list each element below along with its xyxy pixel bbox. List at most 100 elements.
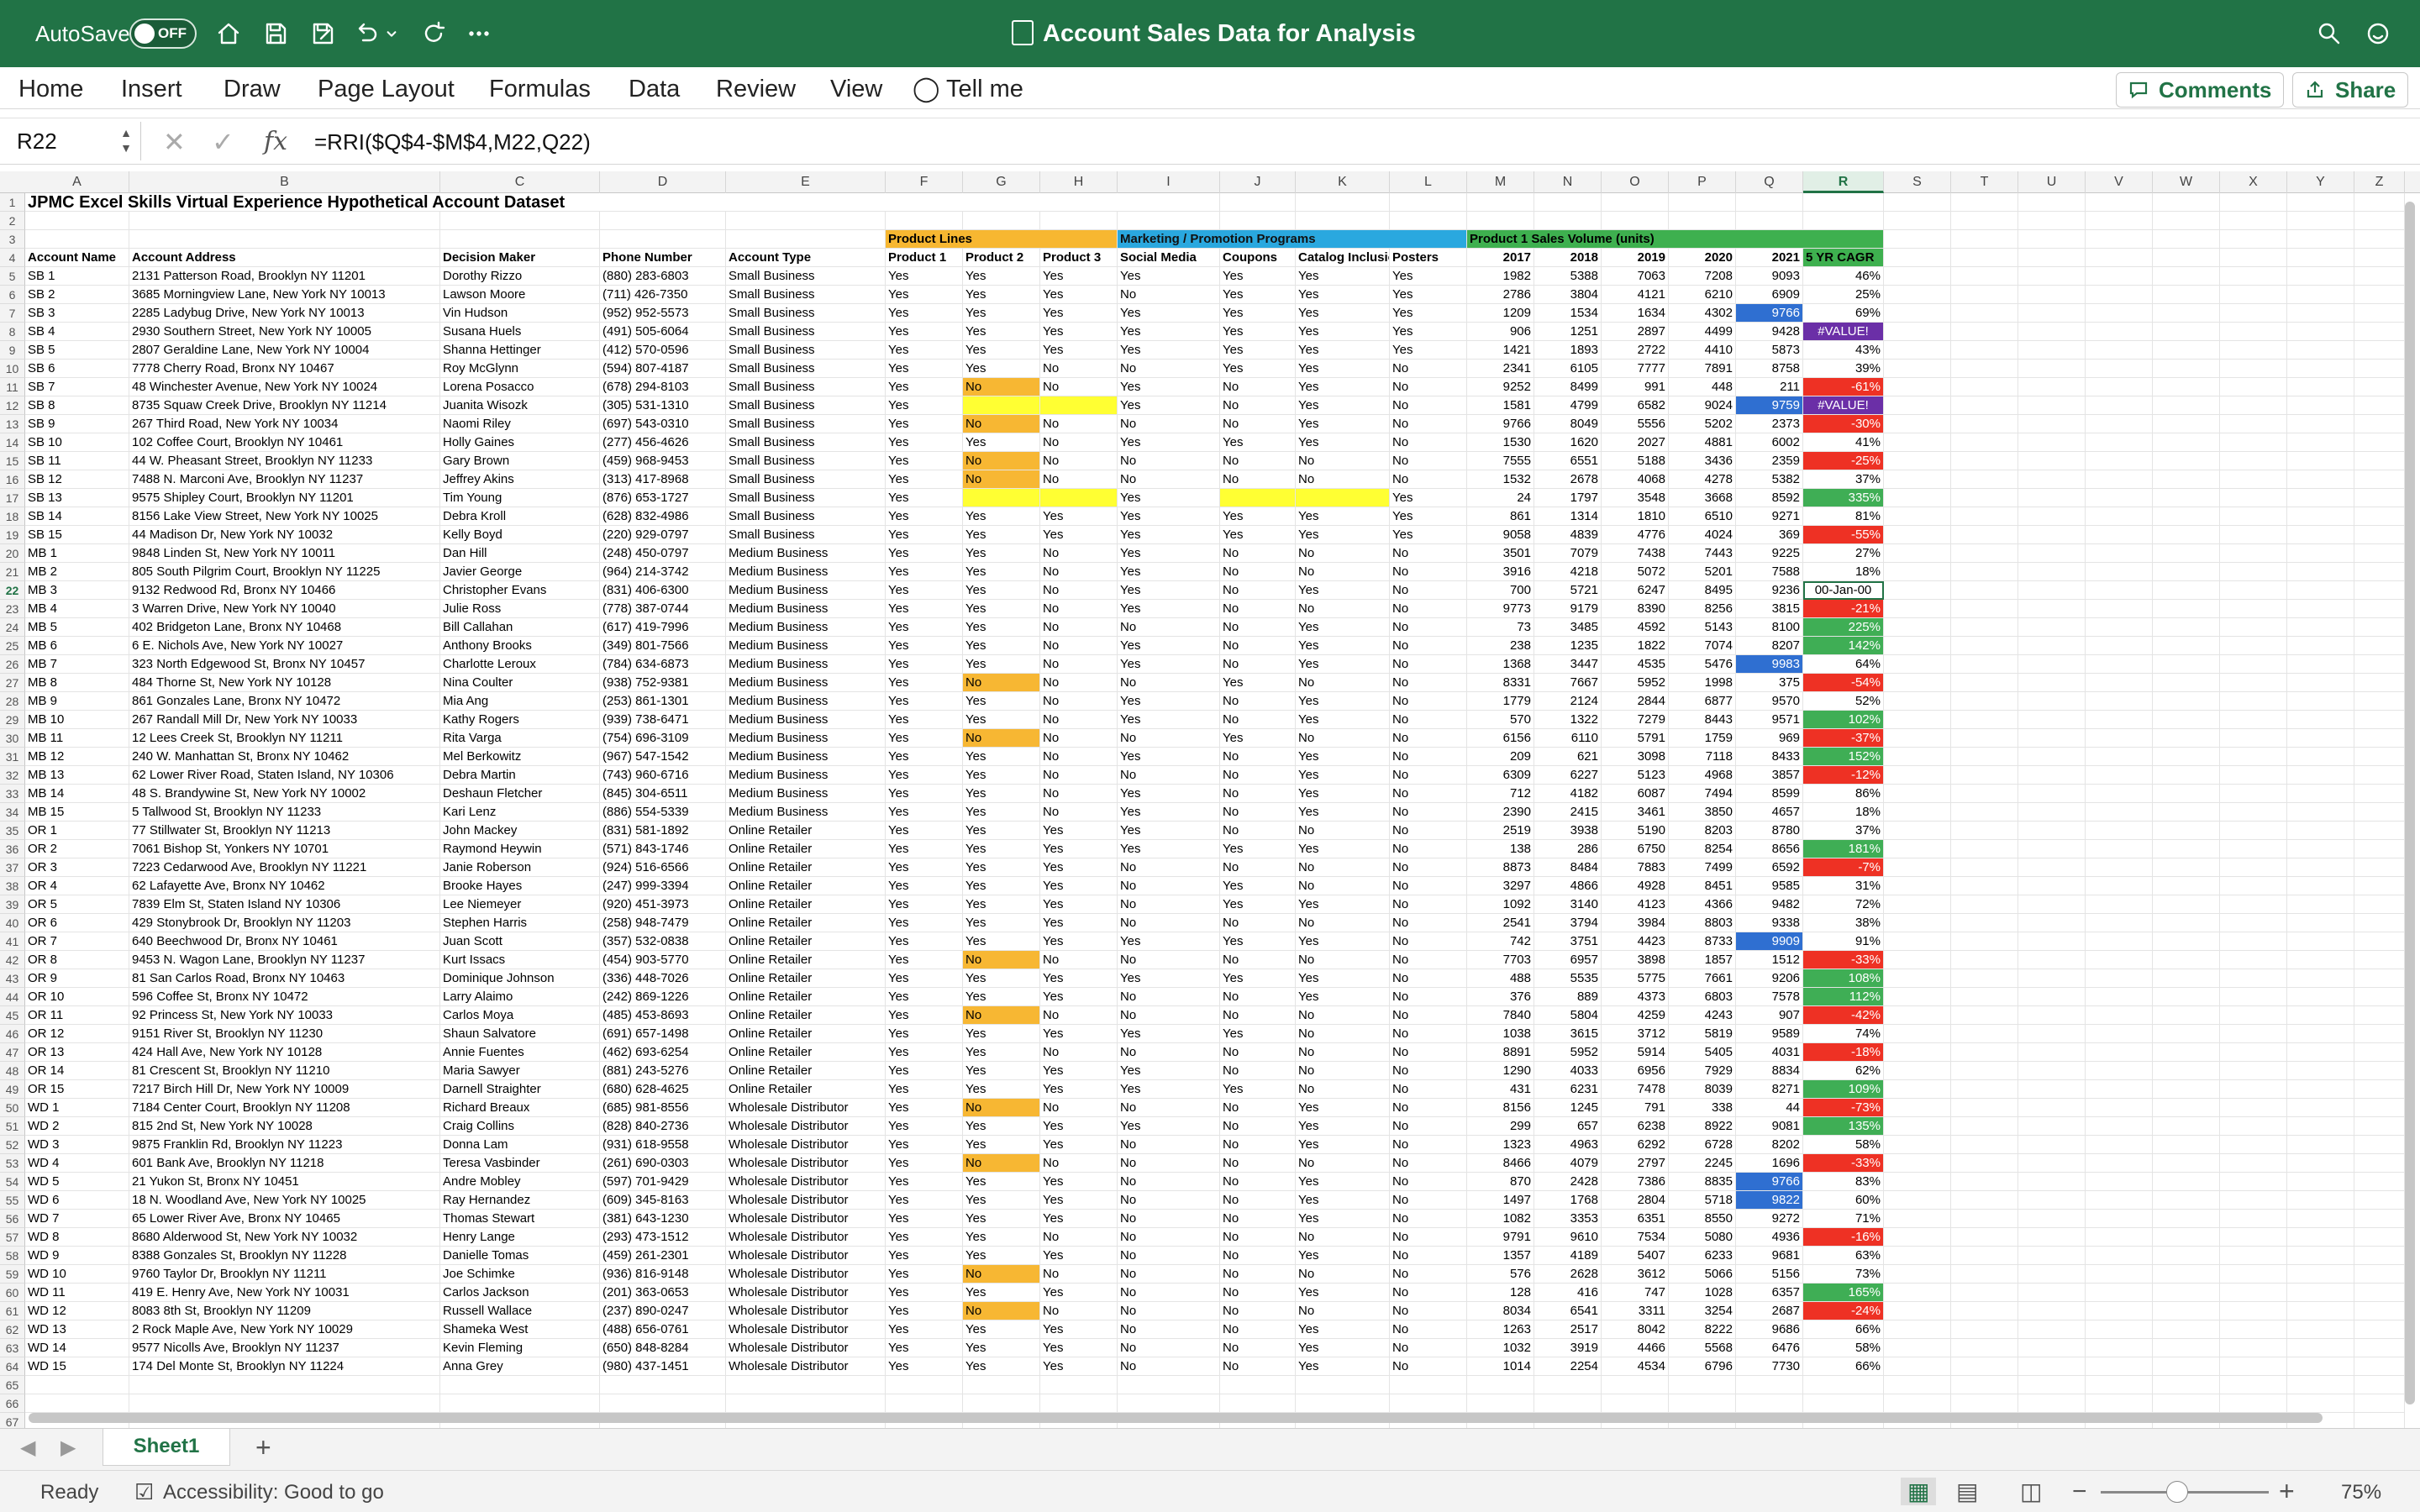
formula-input[interactable]: =RRI($Q$4-$M$4,M22,Q22) [314,125,591,159]
cell[interactable]: 5201 [1669,563,1736,581]
empty-cell[interactable] [2354,323,2405,341]
cell[interactable]: 1497 [1467,1191,1534,1210]
cell[interactable]: No [1118,1228,1220,1247]
empty-cell[interactable] [2287,1062,2354,1080]
empty-cell[interactable] [2287,470,2354,489]
empty-cell[interactable] [1884,415,1951,433]
empty-cell[interactable] [2086,951,2153,969]
empty-cell[interactable] [2086,304,2153,323]
cell[interactable]: Yes [1296,341,1390,360]
cell[interactable]: Yes [963,1080,1040,1099]
empty-cell[interactable] [2287,951,2354,969]
cell[interactable]: No [1390,803,1467,822]
empty-cell[interactable] [2354,1136,2405,1154]
cell[interactable]: Yes [963,803,1040,822]
cell[interactable]: Yes [963,1173,1040,1191]
cell[interactable]: No [1296,877,1390,895]
empty-cell[interactable] [2354,748,2405,766]
cell[interactable]: No [1220,655,1296,674]
column-header-r[interactable]: R [1803,171,1884,193]
cell[interactable]: Yes [963,988,1040,1006]
empty-cell[interactable] [2086,711,2153,729]
cell[interactable]: Yes [886,674,963,692]
cell[interactable]: 92 Princess St, New York NY 10033 [129,1006,440,1025]
empty-cell[interactable] [1951,1080,2018,1099]
cell[interactable]: Yes [1040,1284,1118,1302]
empty-cell[interactable] [2220,951,2287,969]
cell[interactable]: Yes [886,711,963,729]
empty-cell[interactable] [2018,581,2086,600]
empty-cell[interactable] [1951,785,2018,803]
cell[interactable]: (248) 450-0797 [600,544,726,563]
cell[interactable]: (261) 690-0303 [600,1154,726,1173]
empty-cell[interactable] [2220,1376,2287,1394]
cell[interactable]: Yes [963,822,1040,840]
cell[interactable] [1040,396,1118,415]
cell[interactable]: 576 [1467,1265,1534,1284]
empty-cell[interactable] [2018,1228,2086,1247]
cell[interactable]: 4968 [1669,766,1736,785]
cell[interactable]: (597) 701-9429 [600,1173,726,1191]
cell[interactable]: No [1390,1154,1467,1173]
cell[interactable]: 108% [1803,969,1884,988]
column-header-w[interactable]: W [2153,171,2220,193]
cell[interactable]: WD 8 [25,1228,129,1247]
cell[interactable]: (967) 547-1542 [600,748,726,766]
empty-cell[interactable] [440,1376,600,1394]
cell[interactable]: Yes [886,988,963,1006]
cell[interactable]: No [963,674,1040,692]
cell[interactable]: (952) 952-5573 [600,304,726,323]
cell[interactable]: Donna Lam [440,1136,600,1154]
empty-cell[interactable] [2354,618,2405,637]
empty-cell[interactable] [1951,526,2018,544]
cell[interactable]: 86% [1803,785,1884,803]
cell[interactable]: WD 4 [25,1154,129,1173]
cell[interactable]: (628) 832-4986 [600,507,726,526]
empty-cell[interactable] [1884,507,1951,526]
cell[interactable]: 5143 [1669,618,1736,637]
cell[interactable]: Yes [886,822,963,840]
cell[interactable]: 8222 [1669,1320,1736,1339]
row-header[interactable]: 18 [0,507,25,526]
empty-cell[interactable] [2018,711,2086,729]
cell[interactable]: No [1220,563,1296,581]
cell[interactable]: 4928 [1602,877,1669,895]
row-header[interactable]: 55 [0,1191,25,1210]
cell[interactable]: 4410 [1669,341,1736,360]
cell[interactable]: (336) 448-7026 [600,969,726,988]
cell[interactable]: (571) 843-1746 [600,840,726,858]
cell[interactable]: SB 5 [25,341,129,360]
cell[interactable]: 8254 [1669,840,1736,858]
empty-cell[interactable] [886,212,963,230]
cell[interactable]: Kelly Boyd [440,526,600,544]
cell[interactable]: Lorena Posacco [440,378,600,396]
cell[interactable]: No [963,378,1040,396]
empty-cell[interactable] [2153,1025,2220,1043]
empty-cell[interactable] [2354,1062,2405,1080]
empty-cell[interactable] [2153,1062,2220,1080]
cell[interactable]: No [1390,1302,1467,1320]
row-header[interactable]: 38 [0,877,25,895]
empty-cell[interactable] [2354,1080,2405,1099]
cell[interactable]: No [1296,1006,1390,1025]
cell[interactable]: 77 Stillwater St, Brooklyn NY 11213 [129,822,440,840]
row-header[interactable]: 23 [0,600,25,618]
cell[interactable]: Social Media [1118,249,1220,267]
empty-cell[interactable] [2086,212,2153,230]
empty-cell[interactable] [2354,1394,2405,1413]
cell[interactable]: Wholesale Distributor [726,1265,886,1284]
empty-cell[interactable] [2220,932,2287,951]
empty-cell[interactable] [1951,674,2018,692]
cell[interactable]: 3098 [1602,748,1669,766]
cell[interactable]: 791 [1602,1099,1669,1117]
empty-cell[interactable] [2086,415,2153,433]
empty-cell[interactable] [1951,1265,2018,1284]
empty-cell[interactable] [1951,951,2018,969]
empty-cell[interactable] [1296,1394,1390,1413]
cell[interactable]: No [1390,932,1467,951]
empty-cell[interactable] [2287,267,2354,286]
cell[interactable]: No [1040,1154,1118,1173]
empty-cell[interactable] [2086,840,2153,858]
sheet-tab-sheet1[interactable]: Sheet1 [103,1429,230,1466]
empty-cell[interactable] [2018,766,2086,785]
